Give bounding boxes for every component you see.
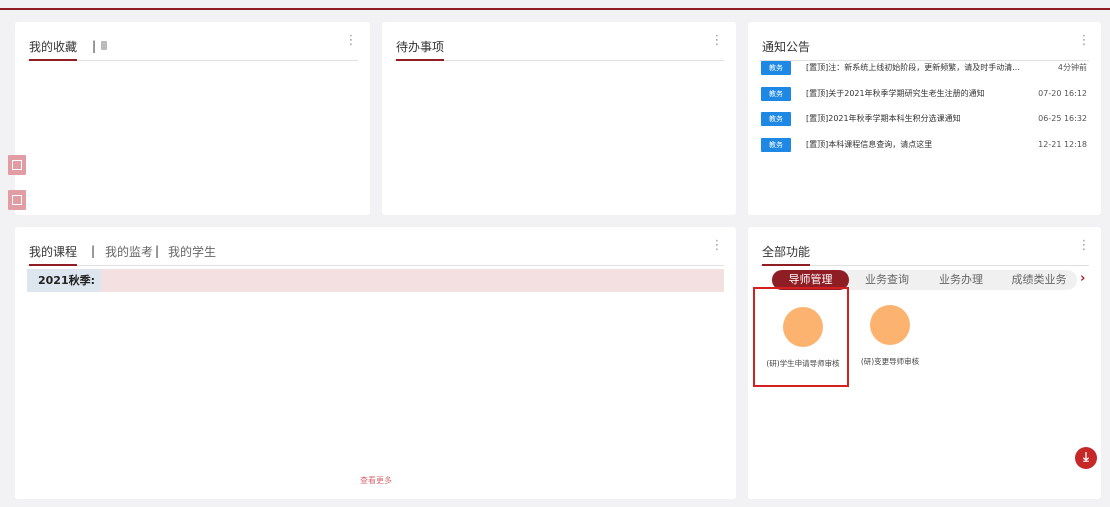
favorites-card: 我的收藏 | ⋮ bbox=[15, 22, 370, 215]
list-icon[interactable] bbox=[8, 190, 26, 210]
notice-tag: 教务 bbox=[761, 87, 791, 101]
function-label: (研)变更导师审核 bbox=[860, 357, 920, 366]
download-icon[interactable]: ⤓ bbox=[1075, 447, 1097, 469]
notice-row[interactable]: 教务 [置顶]本科课程信息查询，请点这里 12-21 12:18 bbox=[761, 138, 1089, 152]
more-options-icon[interactable]: ⋮ bbox=[710, 239, 724, 253]
more-options-icon[interactable]: ⋮ bbox=[344, 34, 358, 48]
notice-tag: 教务 bbox=[761, 61, 791, 75]
tab-todo[interactable]: 待办事项 bbox=[396, 38, 445, 61]
trash-icon[interactable] bbox=[101, 41, 107, 50]
view-more-link[interactable]: 查看更多 bbox=[360, 475, 392, 486]
separator: | bbox=[155, 244, 160, 258]
semester-label: 2021秋季: bbox=[27, 269, 101, 292]
tab-favorites[interactable]: 我的收藏 bbox=[29, 38, 78, 61]
semester-bar: 2021秋季: bbox=[27, 269, 724, 292]
function-item-change-advisor-review[interactable]: (研)变更导师审核 bbox=[842, 287, 938, 387]
tab-grade-business[interactable]: 成绩类业务 bbox=[998, 270, 1080, 290]
notice-row[interactable]: 教务 [置顶]关于2021年秋季学期研究生老生注册的通知 07-20 16:12 bbox=[761, 87, 1089, 101]
notice-tag: 教务 bbox=[761, 138, 791, 152]
functions-card: 全部功能 ⋮ 导师管理 业务查询 业务办理 成绩类业务 › (研)学生申请导师审… bbox=[748, 227, 1101, 499]
tab-my-courses[interactable]: 我的课程 bbox=[29, 243, 78, 266]
notice-time: 07-20 16:12 bbox=[1038, 89, 1087, 98]
notice-title[interactable]: [置顶]2021年秋季学期本科生积分选课通知 bbox=[806, 112, 1036, 126]
favorites-header: 我的收藏 | bbox=[27, 34, 358, 61]
notice-title[interactable]: [置顶]关于2021年秋季学期研究生老生注册的通知 bbox=[806, 87, 1036, 101]
more-options-icon[interactable]: ⋮ bbox=[1077, 34, 1091, 48]
notice-title[interactable]: [置顶]本科课程信息查询，请点这里 bbox=[806, 138, 1036, 152]
todo-card: 待办事项 ⋮ bbox=[382, 22, 736, 215]
functions-header: 全部功能 bbox=[760, 239, 1089, 266]
top-accent-line bbox=[0, 8, 1110, 10]
function-icon bbox=[870, 305, 910, 345]
more-options-icon[interactable]: ⋮ bbox=[710, 34, 724, 48]
tab-my-students[interactable]: 我的学生 bbox=[168, 243, 216, 264]
function-label: (研)学生申请导师审核 bbox=[766, 359, 840, 368]
tab-all-functions[interactable]: 全部功能 bbox=[762, 243, 811, 266]
notice-tag: 教务 bbox=[761, 112, 791, 126]
separator: | bbox=[92, 39, 97, 53]
courses-header: 我的课程 | 我的监考 | 我的学生 bbox=[27, 239, 724, 266]
notice-time: 12-21 12:18 bbox=[1038, 140, 1087, 149]
function-item-student-advisor-review[interactable]: (研)学生申请导师审核 bbox=[753, 287, 849, 387]
function-icon bbox=[783, 307, 823, 347]
calendar-icon[interactable] bbox=[8, 155, 26, 175]
notice-title[interactable]: [置顶]注：新系统上线初始阶段，更新频繁，请及时手动清... bbox=[806, 61, 1036, 75]
notice-row[interactable]: 教务 [置顶]2021年秋季学期本科生积分选课通知 06-25 16:32 bbox=[761, 112, 1089, 126]
courses-card: 我的课程 | 我的监考 | 我的学生 ⋮ 2021秋季: 查看更多 bbox=[15, 227, 736, 499]
todo-header: 待办事项 bbox=[394, 34, 724, 61]
notices-header: 通知公告 bbox=[760, 34, 1089, 61]
notices-card: 通知公告 ⋮ 教务 [置顶]注：新系统上线初始阶段，更新频繁，请及时手动清...… bbox=[748, 22, 1101, 215]
more-options-icon[interactable]: ⋮ bbox=[1077, 239, 1091, 253]
notice-time: 4分钟前 bbox=[1057, 63, 1087, 72]
separator: | bbox=[91, 244, 96, 258]
notice-row[interactable]: 教务 [置顶]注：新系统上线初始阶段，更新频繁，请及时手动清... 4分钟前 bbox=[761, 61, 1089, 75]
chevron-right-icon[interactable]: › bbox=[1080, 271, 1085, 286]
tab-my-proctoring[interactable]: 我的监考 bbox=[105, 243, 153, 264]
notice-time: 06-25 16:32 bbox=[1038, 114, 1087, 123]
tab-notices[interactable]: 通知公告 bbox=[762, 38, 810, 59]
